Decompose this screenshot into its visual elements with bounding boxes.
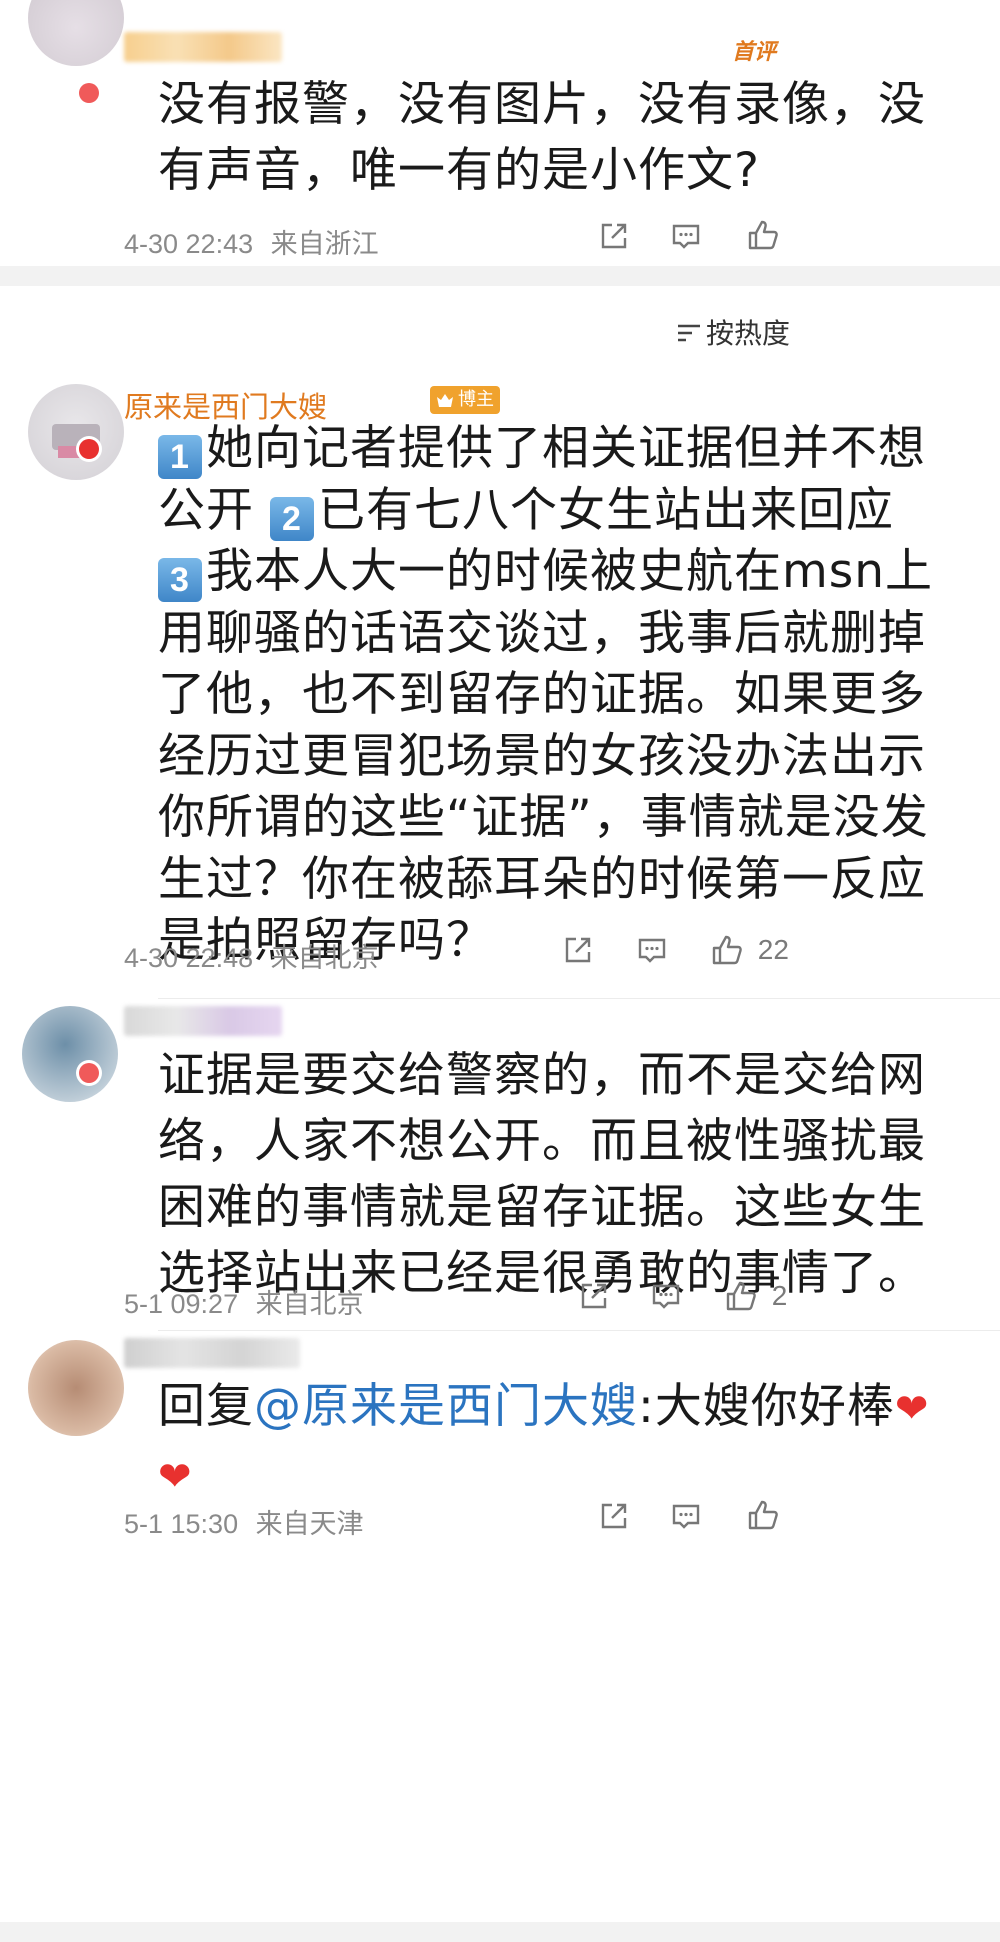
keycap-1-icon: 1	[158, 435, 202, 479]
divider	[158, 998, 1000, 999]
comment-time: 4-30 22:43	[124, 229, 254, 259]
share-icon[interactable]	[562, 934, 594, 966]
author-badge: 博主	[430, 386, 500, 414]
section-divider	[0, 266, 1000, 286]
comment-time: 4-30 22:48	[124, 943, 254, 973]
comment-location: 来自北京	[255, 1289, 364, 1319]
comment-meta: 4-30 22:43 来自浙江	[124, 222, 379, 261]
sort-icon	[676, 320, 702, 352]
comment-meta: 5-1 09:27 来自北京	[124, 1282, 364, 1321]
comment-text: 证据是要交给警察的，而不是交给网络，人家不想公开。而且被性骚扰最困难的事情就是留…	[158, 1048, 926, 1301]
share-icon[interactable]	[598, 220, 630, 252]
comment-meta: 5-1 15:30 来自天津	[124, 1502, 364, 1541]
user-badge-icon	[76, 1060, 102, 1086]
sort-label: 按热度	[706, 318, 791, 349]
crown-icon	[436, 390, 454, 418]
comment-location: 来自北京	[270, 943, 379, 973]
divider	[158, 1330, 1000, 1331]
share-icon[interactable]	[598, 1500, 630, 1532]
avatar[interactable]	[28, 384, 124, 480]
comment-meta: 4-30 22:48 来自北京	[124, 936, 379, 975]
heart-icon: ❤	[894, 1386, 930, 1432]
like-button[interactable]: 22	[710, 932, 789, 967]
section-divider	[0, 1922, 1000, 1942]
comment-text: 没有报警，没有图片，没有录像，没有声音，唯一有的是小作文?	[158, 77, 926, 198]
comment-location: 来自天津	[255, 1509, 364, 1539]
comment-time: 5-1 09:27	[124, 1289, 239, 1319]
avatar[interactable]	[28, 0, 124, 66]
like-button[interactable]: 2	[724, 1278, 787, 1313]
verified-badge-icon	[76, 436, 102, 462]
like-icon[interactable]	[746, 1498, 780, 1532]
like-icon[interactable]	[746, 218, 780, 252]
keycap-2-icon: 2	[269, 496, 314, 541]
like-icon	[726, 1281, 756, 1310]
avatar[interactable]	[22, 1006, 118, 1102]
comment-time: 5-1 15:30	[124, 1509, 239, 1539]
comment-location: 来自浙江	[270, 229, 379, 259]
comment-icon[interactable]	[670, 220, 702, 252]
username-blurred[interactable]	[124, 32, 282, 62]
reply-prefix: 回复	[158, 1379, 254, 1434]
comment-icon[interactable]	[650, 1280, 682, 1312]
first-comment-badge: 首评	[732, 40, 777, 65]
avatar[interactable]	[28, 1340, 124, 1436]
comment-icon[interactable]	[636, 934, 668, 966]
share-icon[interactable]	[578, 1280, 610, 1312]
comment-icon[interactable]	[670, 1500, 702, 1532]
heart-icon: ❤	[158, 1454, 193, 1500]
comment-text: 1 她向记者提供了相关证据但并不想公开 2 已有七八个女生站出来回应 3 我本人大一的时…	[158, 421, 934, 968]
like-icon	[712, 935, 742, 964]
reply-text: :大嫂你好棒	[638, 1379, 895, 1434]
comment-text: 回复@原来是西门大嫂:大嫂你好棒❤ ❤	[158, 1374, 958, 1510]
username-blurred[interactable]	[124, 1006, 282, 1036]
username-blurred[interactable]	[124, 1338, 300, 1368]
mention-link[interactable]: @原来是西门大嫂	[254, 1379, 638, 1434]
sort-button[interactable]: 按热度	[676, 312, 790, 352]
like-count: 22	[757, 933, 789, 965]
like-count: 2	[771, 1279, 788, 1311]
user-badge-icon	[76, 80, 102, 106]
keycap-3-icon: 3	[158, 558, 202, 602]
